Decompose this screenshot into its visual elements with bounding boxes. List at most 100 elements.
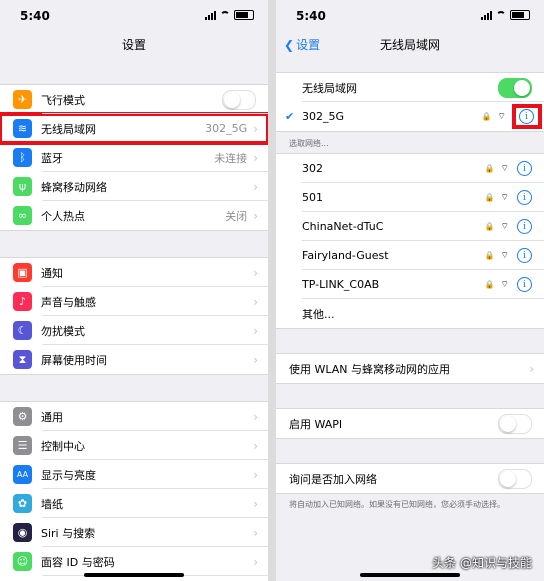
settings-row-label: 个人热点: [41, 209, 85, 223]
siri-icon: ◉: [13, 523, 32, 542]
settings-row[interactable]: ψ 蜂窝移动网络 ›: [0, 171, 268, 201]
wifi-signal-icon: ⌔: [500, 164, 509, 174]
wallpaper-icon: ✿: [13, 494, 32, 513]
lock-icon: 🔒: [484, 280, 495, 289]
chevron-right-icon: ›: [253, 496, 258, 511]
settings-row-value: 关闭: [225, 209, 248, 223]
checkmark-icon: ✔: [285, 110, 295, 123]
settings-row[interactable]: ☺ 面容 ID 与密码 ›: [0, 546, 268, 576]
info-icon[interactable]: i: [519, 109, 534, 124]
settings-row-label: 蓝牙: [41, 151, 63, 165]
settings-row[interactable]: ⚙ 通用 ›: [0, 402, 268, 431]
home-indicator: [360, 573, 460, 577]
other-network-row[interactable]: 其他...: [276, 298, 544, 328]
settings-row-label: 无线局域网: [41, 122, 96, 136]
info-icon[interactable]: i: [517, 277, 532, 292]
page-title: 设置: [121, 38, 146, 52]
airplane-icon: ✈: [13, 90, 32, 109]
ask-join-group: 询问是否加入网络: [276, 463, 544, 494]
network-name: 302: [302, 162, 323, 175]
wifi-signal-icon: ⌔: [500, 222, 509, 232]
status-bar: 5:40: [276, 0, 544, 30]
settings-row-label: 通用: [41, 410, 63, 424]
settings-group-connectivity: ✈ 飞行模式 ≋ 无线局域网 302_5G › ᛒ 蓝牙 未连接 › ψ 蜂窝移动网络 › ∞ 个人热点 关闭…: [0, 84, 268, 231]
wlan-apps-label: 使用 WLAN 与蜂窝移动网的应用: [289, 362, 451, 376]
wifi-signal-icon: ⌔: [500, 193, 509, 203]
general-icon: ⚙: [13, 407, 32, 426]
network-row[interactable]: ChinaNet-dTuC 🔒 ⌔ i: [276, 211, 544, 241]
settings-row[interactable]: ☾ 勿扰模式 ›: [0, 315, 268, 345]
chevron-right-icon: ›: [253, 467, 258, 482]
wifi-status-icon: [220, 11, 230, 19]
wifi-toggle[interactable]: [498, 77, 532, 98]
settings-row[interactable]: ᛒ 蓝牙 未连接 ›: [0, 142, 268, 172]
settings-row-label: 控制中心: [41, 439, 85, 453]
chevron-right-icon: ›: [253, 352, 258, 367]
chevron-right-icon: ›: [253, 323, 258, 338]
chevron-right-icon: ›: [253, 150, 258, 165]
wapi-group: 启用 WAPI: [276, 408, 544, 439]
status-icons: [481, 10, 530, 20]
settings-group-notifications: ▣ 通知 › ♪ 声音与触感 › ☾ 勿扰模式 › ⧗ 屏幕使用时间 ›: [0, 257, 268, 375]
chevron-right-icon: ›: [253, 294, 258, 309]
display-icon: AA: [13, 465, 32, 484]
sounds-icon: ♪: [13, 292, 32, 311]
info-icon[interactable]: i: [517, 219, 532, 234]
info-icon[interactable]: i: [517, 190, 532, 205]
settings-row[interactable]: ✈ 飞行模式: [0, 85, 268, 114]
page-title: 无线局域网: [379, 38, 440, 52]
screen-time-icon: ⧗: [13, 350, 32, 369]
wapi-label: 启用 WAPI: [289, 417, 343, 431]
notifications-icon: ▣: [13, 263, 32, 282]
chevron-right-icon: ›: [253, 265, 258, 280]
settings-row[interactable]: ≋ 无线局域网 302_5G ›: [0, 112, 268, 145]
settings-row[interactable]: ◉ Siri 与搜索 ›: [0, 517, 268, 547]
ask-join-label: 询问是否加入网络: [289, 472, 377, 486]
settings-row-label: 显示与亮度: [41, 468, 96, 482]
network-row[interactable]: TP-LINK_C0AB 🔒 ⌔ i: [276, 269, 544, 299]
ask-join-toggle[interactable]: [498, 468, 532, 489]
airplane-mode-toggle[interactable]: [222, 89, 256, 110]
settings-row[interactable]: AA 显示与亮度 ›: [0, 459, 268, 489]
settings-row-label: 通知: [41, 266, 63, 280]
settings-row[interactable]: ▣ 通知 ›: [0, 258, 268, 287]
home-indicator: [84, 573, 184, 577]
wifi-toggle-row: 无线局域网: [276, 73, 544, 102]
battery-icon: [234, 10, 254, 20]
settings-row[interactable]: ∞ 个人热点 关闭 ›: [0, 200, 268, 230]
status-time: 5:40: [296, 9, 326, 23]
info-icon[interactable]: i: [517, 248, 532, 263]
watermark: 头条 @知识与技能: [432, 556, 532, 570]
ask-join-row: 询问是否加入网络: [276, 464, 544, 493]
network-row[interactable]: 501 🔒 ⌔ i: [276, 182, 544, 212]
settings-row[interactable]: ✿ 墙纸 ›: [0, 488, 268, 518]
settings-row[interactable]: ⧗ 屏幕使用时间 ›: [0, 344, 268, 374]
info-icon[interactable]: i: [517, 161, 532, 176]
hotspot-icon: ∞: [13, 206, 32, 225]
chevron-right-icon: ›: [253, 208, 258, 223]
settings-panel: 5:40 设置 ✈ 飞行模式 ≋ 无线局域网 302_5G › ᛒ 蓝牙 未连接 › ψ 蜂窝移动网络…: [0, 0, 268, 581]
lock-icon: 🔒: [484, 193, 495, 202]
network-row[interactable]: 302 🔒 ⌔ i: [276, 154, 544, 183]
connected-network-row[interactable]: ✔ 302_5G 🔒 ⌔ i: [276, 101, 544, 131]
settings-row-label: 墙纸: [41, 497, 63, 511]
status-bar: 5:40: [0, 0, 268, 30]
settings-row[interactable]: ☰ 控制中心 ›: [0, 430, 268, 460]
control-center-icon: ☰: [13, 436, 32, 455]
lock-icon: 🔒: [484, 164, 495, 173]
status-icons: [205, 10, 254, 20]
settings-row[interactable]: ♪ 声音与触感 ›: [0, 286, 268, 316]
highlight-box: i: [512, 104, 542, 129]
do-not-disturb-icon: ☾: [13, 321, 32, 340]
ask-join-footer: 将自动加入已知网络。如果没有已知网络，您必须手动选择。: [289, 500, 505, 509]
settings-row-label: 屏幕使用时间: [41, 353, 107, 367]
settings-row-label: 勿扰模式: [41, 324, 85, 338]
settings-row-label: 蜂窝移动网络: [41, 180, 107, 194]
chevron-right-icon: ›: [253, 554, 258, 569]
wlan-apps-row[interactable]: 使用 WLAN 与蜂窝移动网的应用 ›: [276, 354, 544, 383]
network-name: Fairyland-Guest: [302, 249, 389, 262]
wapi-toggle[interactable]: [498, 413, 532, 434]
connected-network-name: 302_5G: [302, 110, 345, 123]
network-row[interactable]: Fairyland-Guest 🔒 ⌔ i: [276, 240, 544, 270]
signal-icon: [481, 10, 492, 20]
